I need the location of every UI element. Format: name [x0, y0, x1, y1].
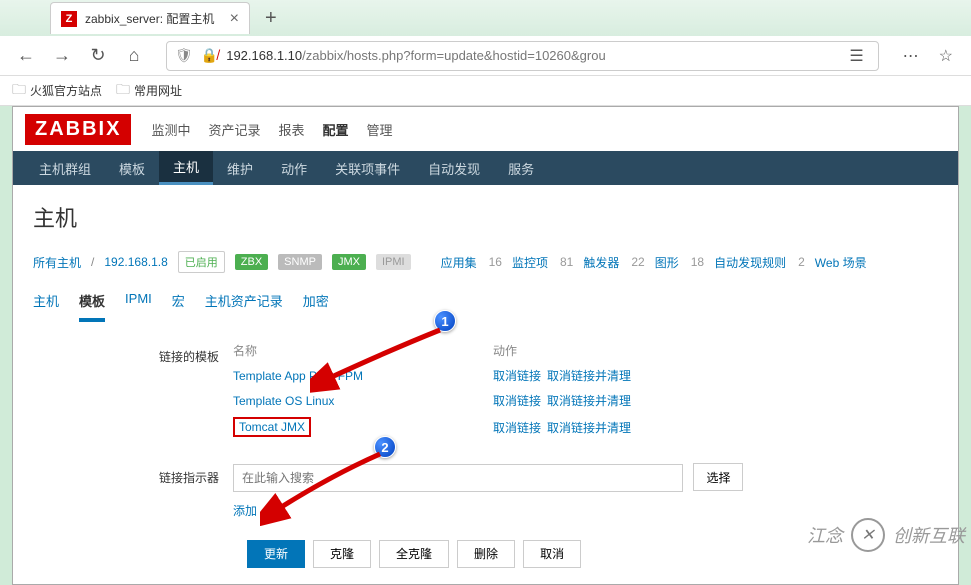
stat-graphs[interactable]: 图形 — [655, 254, 679, 271]
linked-templates-row: 链接的模板 名称 动作 Template App PHP-FPM 取消链接取消链… — [33, 342, 938, 445]
tab-templates[interactable]: 模板 — [79, 291, 105, 322]
subnav-templates[interactable]: 模板 — [105, 151, 159, 185]
subnav-discovery[interactable]: 自动发现 — [414, 151, 494, 185]
col-name-header: 名称 — [233, 342, 493, 359]
close-icon[interactable]: × — [230, 10, 239, 28]
subnav-maintenance[interactable]: 维护 — [213, 151, 267, 185]
template-row: Template App PHP-FPM 取消链接取消链接并清理 — [233, 367, 938, 384]
shield-icon: 🛡 — [175, 47, 193, 64]
cancel-button[interactable]: 取消 — [523, 540, 581, 568]
callout-2: 2 — [374, 436, 396, 458]
template-link[interactable]: Template OS Linux — [233, 394, 334, 408]
unlink-link[interactable]: 取消链接 — [493, 421, 541, 435]
subnav-actions[interactable]: 动作 — [267, 151, 321, 185]
clone-button[interactable]: 克隆 — [313, 540, 371, 568]
folder-icon: 🗀 — [12, 79, 26, 103]
address-bar[interactable]: 🛡 🔒̸ 192.168.1.10/zabbix/hosts.php?form=… — [166, 41, 879, 71]
unlink-clear-link[interactable]: 取消链接并清理 — [547, 394, 631, 408]
delete-button[interactable]: 删除 — [457, 540, 515, 568]
tab-host[interactable]: 主机 — [33, 291, 59, 322]
folder-icon: 🗀 — [116, 79, 130, 103]
template-search-input[interactable] — [233, 464, 683, 492]
tab-favicon: Z — [61, 11, 77, 27]
breadcrumb-all-hosts[interactable]: 所有主机 — [33, 254, 81, 271]
home-button[interactable]: ⌂ — [120, 42, 148, 70]
tab-ipmi[interactable]: IPMI — [125, 291, 152, 322]
select-button[interactable]: 选择 — [693, 463, 743, 491]
new-tab-button[interactable]: + — [265, 7, 277, 30]
page-title: 主机 — [33, 201, 938, 233]
stat-web[interactable]: Web 场景 — [815, 254, 867, 271]
callout-1: 1 — [434, 310, 456, 332]
back-button[interactable]: ← — [12, 42, 40, 70]
subnav-hostgroups[interactable]: 主机群组 — [25, 151, 105, 185]
status-badge-enabled: 已启用 — [178, 251, 225, 273]
template-row: Tomcat JMX 取消链接取消链接并清理 — [233, 417, 938, 437]
subnav-hosts[interactable]: 主机 — [159, 151, 213, 185]
col-action-header: 动作 — [493, 342, 517, 359]
subnav-services[interactable]: 服务 — [494, 151, 548, 185]
bookmark-item[interactable]: 🗀常用网址 — [116, 79, 182, 103]
zabbix-logo[interactable]: ZABBIX — [25, 114, 131, 145]
forward-button[interactable]: → — [48, 42, 76, 70]
watermark: 江念 ✕ 创新互联 — [807, 518, 965, 552]
tab-inventory[interactable]: 主机资产记录 — [205, 291, 283, 322]
browser-nav-bar: ← → ↻ ⌂ 🛡 🔒̸ 192.168.1.10/zabbix/hosts.p… — [0, 36, 971, 76]
zabbix-header: ZABBIX 监测中 资产记录 报表 配置 管理 — [13, 107, 958, 151]
unlink-link[interactable]: 取消链接 — [493, 394, 541, 408]
tab-macros[interactable]: 宏 — [172, 291, 185, 322]
breadcrumb-host[interactable]: 192.168.1.8 — [104, 255, 167, 269]
subnav-correlation[interactable]: 关联项事件 — [321, 151, 414, 185]
top-menu-reports[interactable]: 报表 — [278, 120, 304, 139]
reader-mode-icon[interactable]: ☰ — [843, 46, 869, 66]
stat-discovery[interactable]: 自动发现规则 — [714, 254, 786, 271]
stat-items[interactable]: 监控项 — [512, 254, 548, 271]
link-indicator-label: 链接指示器 — [33, 463, 233, 520]
linked-templates-label: 链接的模板 — [33, 342, 233, 445]
top-menu-administration[interactable]: 管理 — [367, 120, 393, 139]
bookmarks-bar: 🗀火狐官方站点 🗀常用网址 — [0, 76, 971, 106]
tab-encryption[interactable]: 加密 — [303, 291, 329, 322]
link-indicator-row: 链接指示器 选择 添加 — [33, 463, 938, 520]
bookmark-item[interactable]: 🗀火狐官方站点 — [12, 79, 102, 103]
unlink-clear-link[interactable]: 取消链接并清理 — [547, 421, 631, 435]
tab-title: zabbix_server: 配置主机 — [85, 10, 222, 27]
lock-icon: 🔒̸ — [201, 47, 218, 64]
url-text: 192.168.1.10/zabbix/hosts.php?form=updat… — [226, 48, 835, 63]
badge-snmp: SNMP — [278, 254, 322, 270]
badge-zbx: ZBX — [235, 254, 268, 270]
badge-jmx: JMX — [332, 254, 366, 270]
browser-tab[interactable]: Z zabbix_server: 配置主机 × — [50, 2, 250, 34]
unlink-link[interactable]: 取消链接 — [493, 369, 541, 383]
stat-triggers[interactable]: 触发器 — [583, 254, 619, 271]
badge-ipmi: IPMI — [376, 254, 411, 270]
full-clone-button[interactable]: 全克隆 — [379, 540, 449, 568]
unlink-clear-link[interactable]: 取消链接并清理 — [547, 369, 631, 383]
more-icon[interactable]: ⋯ — [897, 46, 925, 66]
stat-applications[interactable]: 应用集 — [441, 254, 477, 271]
top-menu-inventory[interactable]: 资产记录 — [208, 120, 260, 139]
reload-button[interactable]: ↻ — [84, 42, 112, 70]
template-link[interactable]: Template App PHP-FPM — [233, 369, 363, 383]
breadcrumb: 所有主机 / 192.168.1.8 已启用 ZBX SNMP JMX IPMI… — [33, 251, 938, 273]
top-menu: 监测中 资产记录 报表 配置 管理 — [151, 120, 392, 139]
zabbix-app: ZABBIX 监测中 资产记录 报表 配置 管理 主机群组 模板 主机 维护 动… — [12, 106, 959, 585]
bookmark-star-icon[interactable]: ☆ — [933, 46, 959, 66]
template-link-tomcat[interactable]: Tomcat JMX — [239, 420, 305, 434]
browser-tab-bar: Z zabbix_server: 配置主机 × + — [0, 0, 971, 36]
watermark-logo-icon: ✕ — [851, 518, 885, 552]
update-button[interactable]: 更新 — [247, 540, 305, 568]
add-link[interactable]: 添加 — [233, 502, 257, 519]
top-menu-monitoring[interactable]: 监测中 — [151, 120, 190, 139]
sub-nav: 主机群组 模板 主机 维护 动作 关联项事件 自动发现 服务 — [13, 151, 958, 185]
template-row: Template OS Linux 取消链接取消链接并清理 — [233, 392, 938, 409]
top-menu-configuration[interactable]: 配置 — [323, 120, 349, 139]
config-tabs: 主机 模板 IPMI 宏 主机资产记录 加密 — [33, 291, 938, 322]
